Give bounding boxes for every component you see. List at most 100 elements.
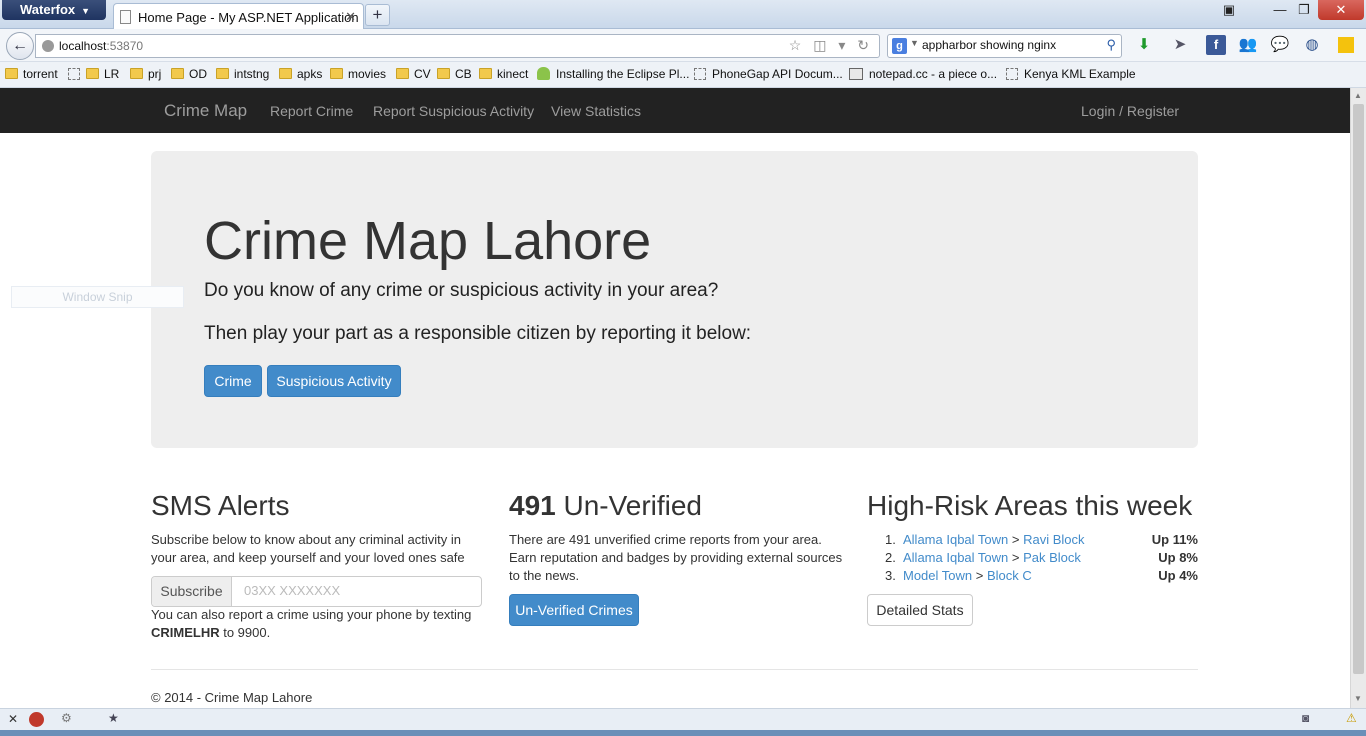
nav-report-crime[interactable]: Report Crime: [270, 103, 353, 119]
block-link[interactable]: Block C: [987, 568, 1032, 583]
os-taskbar: [0, 730, 1366, 736]
pocket-icon[interactable]: ◙: [1302, 711, 1309, 725]
search-bar[interactable]: g ▼ ⚲: [887, 34, 1122, 58]
new-tab-button[interactable]: +: [365, 4, 390, 26]
url-bar[interactable]: localhost:53870 ☆ ◫ ▾ ↻: [35, 34, 880, 58]
scroll-down-icon[interactable]: ▼: [1354, 694, 1362, 703]
folder-icon: [171, 68, 184, 79]
scroll-up-icon[interactable]: ▲: [1354, 91, 1362, 100]
close-icon[interactable]: ✕: [345, 9, 356, 25]
search-icon[interactable]: ⚲: [1106, 37, 1116, 53]
folder-icon: [479, 68, 492, 79]
subscribe-button[interactable]: Subscribe: [152, 577, 232, 606]
browser-tab[interactable]: Home Page - My ASP.NET Application ✕: [113, 3, 364, 30]
bookmark-apks[interactable]: apks: [279, 67, 322, 81]
addon-icon[interactable]: [1338, 37, 1354, 53]
bookmark-prj[interactable]: prj: [130, 67, 161, 81]
app-menu-button[interactable]: Waterfox ▼: [2, 0, 106, 20]
bookmark-torrent[interactable]: torrent: [5, 67, 58, 81]
unverified-description: There are 491 unverified crime reports f…: [509, 532, 843, 583]
bookmark-phonegap[interactable]: PhoneGap API Docum...: [694, 67, 843, 81]
folder-icon: [330, 68, 343, 79]
hero-lead-question: Do you know of any crime or suspicious a…: [204, 280, 719, 301]
block-link[interactable]: Ravi Block: [1023, 532, 1084, 547]
navbar-brand[interactable]: Crime Map: [164, 101, 247, 121]
bookmark-eclipse[interactable]: Installing the Eclipse Pl...: [537, 67, 689, 81]
facebook-icon[interactable]: f: [1206, 35, 1226, 55]
minimize-button[interactable]: —: [1268, 0, 1292, 20]
unverified-heading: 491 Un-Verified: [509, 490, 703, 521]
unverified-crimes-button[interactable]: Un-Verified Crimes: [509, 594, 639, 626]
report-suspicious-activity-button[interactable]: Suspicious Activity: [267, 365, 401, 397]
bookmark-movies[interactable]: movies: [330, 67, 386, 81]
restore-button[interactable]: ❐: [1292, 0, 1316, 20]
search-input[interactable]: [922, 38, 1092, 52]
nav-login-register[interactable]: Login / Register: [1081, 103, 1179, 119]
send-icon[interactable]: ➤: [1170, 35, 1190, 55]
unverified-count: 491: [509, 490, 556, 521]
tab-groups-icon[interactable]: ▣: [1216, 0, 1242, 20]
close-icon[interactable]: ✕: [8, 712, 18, 726]
settings-icon[interactable]: ⚙: [61, 711, 72, 725]
sms-note: You can also report a crime using your p…: [151, 607, 472, 640]
download-icon[interactable]: ⬇: [1134, 35, 1154, 55]
high-risk-heading: High-Risk Areas this week: [867, 490, 1193, 521]
list-item: 3. Model Town > Block C Up 4%: [885, 568, 1198, 583]
browser-toolbar: ← localhost:53870 ☆ ◫ ▾ ↻ g ▼ ⚲ ⬇ ➤ f 👥 …: [0, 29, 1366, 62]
url-text[interactable]: localhost:53870: [59, 39, 143, 53]
folder-icon: [216, 68, 229, 79]
chevron-down-icon[interactable]: ▼: [910, 38, 919, 48]
bookmark-kinect[interactable]: kinect: [479, 67, 528, 81]
adblock-icon[interactable]: [29, 712, 44, 727]
subscribe-input-group: Subscribe: [151, 576, 482, 607]
scrollbar-thumb[interactable]: [1353, 104, 1364, 674]
star-icon[interactable]: ★: [108, 711, 119, 725]
bookmark-od[interactable]: OD: [171, 67, 207, 81]
app-name: Waterfox: [20, 2, 76, 17]
google-icon[interactable]: g: [892, 38, 907, 54]
folder-icon: [86, 68, 99, 79]
browser-statusbar: ✕ ⚙ ★ ◙ ⚠: [0, 708, 1366, 730]
bookmark-notepad[interactable]: notepad.cc - a piece o...: [849, 67, 997, 81]
town-link[interactable]: Model Town: [903, 568, 972, 583]
window-snip-overlay: Window Snip: [11, 286, 184, 308]
nav-report-suspicious-activity[interactable]: Report Suspicious Activity: [373, 103, 534, 119]
window-close-button[interactable]: ✕: [1318, 0, 1364, 20]
nav-view-statistics[interactable]: View Statistics: [551, 103, 641, 119]
bookmark-kenya-kml[interactable]: Kenya KML Example: [1006, 67, 1136, 81]
bookmark-intstng[interactable]: intstng: [216, 67, 269, 81]
list-item: 1. Allama Iqbal Town > Ravi Block Up 11%: [885, 532, 1198, 547]
globe-icon: [42, 40, 54, 52]
phone-number-input[interactable]: [244, 583, 474, 598]
chat-icon[interactable]: 💬: [1270, 35, 1290, 55]
back-button[interactable]: ←: [6, 32, 34, 60]
page-icon: [120, 10, 131, 24]
bookmark-lr[interactable]: LR: [68, 67, 119, 81]
page-scrollbar[interactable]: ▲ ▼: [1350, 88, 1366, 708]
bookmark-cb[interactable]: CB: [437, 67, 472, 81]
page-icon: [1006, 68, 1018, 80]
browser-titlebar: Waterfox ▼ Home Page - My ASP.NET Applica…: [0, 0, 1366, 30]
sms-keyword: CRIMELHR: [151, 625, 220, 640]
folder-icon: [279, 68, 292, 79]
high-risk-list: 1. Allama Iqbal Town > Ravi Block Up 11%…: [867, 531, 1198, 585]
notepad-icon: [849, 68, 863, 80]
site-navbar: Crime Map Report Crime Report Suspicious…: [0, 88, 1350, 133]
hero-jumbotron: Crime Map Lahore Do you know of any crim…: [151, 151, 1198, 448]
footer-divider: [151, 669, 1198, 670]
bookmark-star-icon[interactable]: ☆ ◫ ▾ ↻: [789, 37, 873, 54]
town-link[interactable]: Allama Iqbal Town: [903, 550, 1008, 565]
bookmark-cv[interactable]: CV: [396, 67, 431, 81]
report-crime-button[interactable]: Crime: [204, 365, 262, 397]
page-icon: [694, 68, 706, 80]
detailed-stats-button[interactable]: Detailed Stats: [867, 594, 973, 626]
trend-value: Up 8%: [1158, 550, 1198, 565]
block-link[interactable]: Pak Block: [1023, 550, 1081, 565]
addon-bar-icon[interactable]: ⚠: [1346, 711, 1357, 725]
folder-icon: [396, 68, 409, 79]
trend-value: Up 11%: [1151, 532, 1198, 547]
folder-icon: [437, 68, 450, 79]
globe-icon[interactable]: ◍: [1302, 35, 1322, 55]
people-icon[interactable]: 👥: [1238, 35, 1258, 55]
town-link[interactable]: Allama Iqbal Town: [903, 532, 1008, 547]
